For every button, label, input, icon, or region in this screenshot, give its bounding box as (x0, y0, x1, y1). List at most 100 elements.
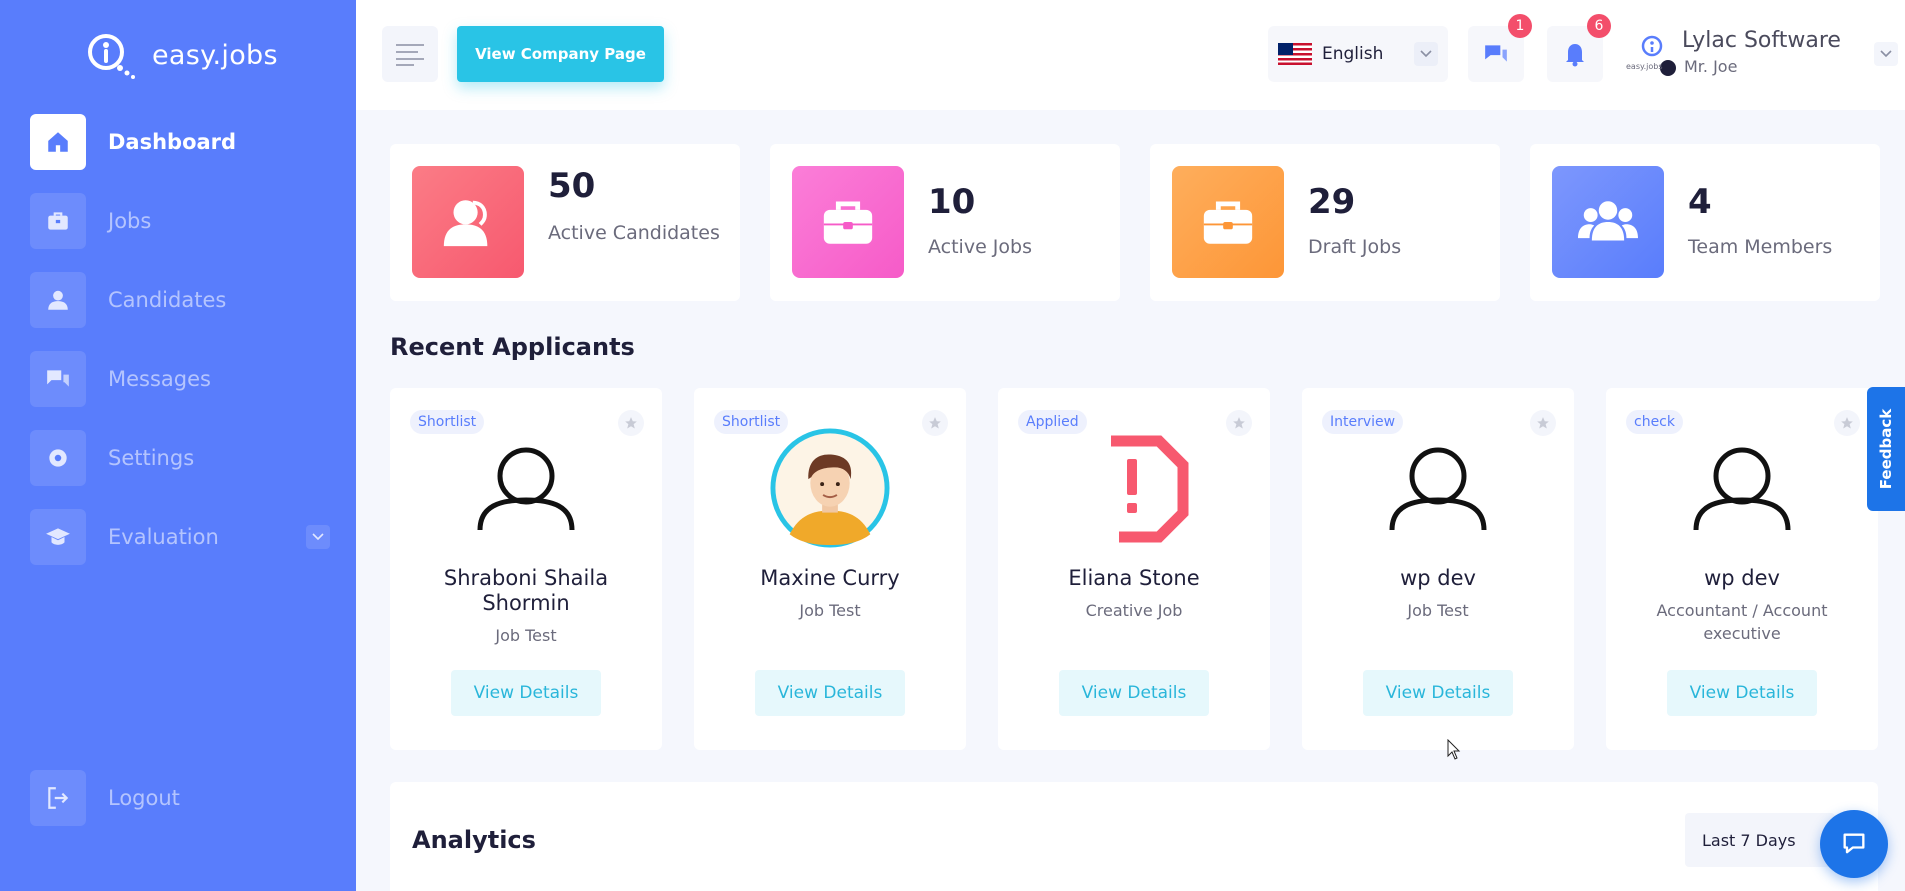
analytics-title: Analytics (412, 826, 536, 854)
avatar-caption: easy.jobs (1626, 62, 1663, 71)
logout-button[interactable]: Logout (30, 770, 180, 826)
candidate-job: Job Test (495, 626, 557, 645)
star-icon[interactable] (618, 410, 644, 436)
candidate-job: Creative Job (1085, 601, 1183, 620)
live-chat-button[interactable] (1820, 810, 1888, 878)
avatar (1682, 428, 1802, 548)
home-icon (30, 114, 86, 170)
chevron-down-icon[interactable] (306, 525, 330, 549)
stat-label: Active Candidates (548, 222, 720, 244)
stat-value: 10 (928, 182, 976, 222)
briefcase-icon (1172, 166, 1284, 278)
status-badge: check (1626, 410, 1683, 434)
sidebar-item-label: Messages (108, 367, 211, 391)
sidebar-nav: Dashboard Jobs Candidates Messages Setti… (30, 114, 330, 588)
stat-label: Draft Jobs (1308, 236, 1402, 258)
sidebar-item-messages[interactable]: Messages (30, 351, 330, 407)
stat-card-active-candidates[interactable]: 50 Active Candidates (390, 144, 740, 301)
star-icon[interactable] (1226, 410, 1252, 436)
bell-icon (1566, 44, 1584, 67)
user-outline-icon (477, 447, 575, 531)
company-name: Lylac Software (1682, 28, 1841, 53)
view-details-button[interactable]: View Details (1667, 670, 1817, 716)
sidebar-item-jobs[interactable]: Jobs (30, 193, 330, 249)
stat-card-team-members[interactable]: 4 Team Members (1530, 144, 1880, 301)
brand-logo[interactable]: easy.jobs (84, 30, 278, 80)
candidate-job: Job Test (1407, 601, 1469, 620)
view-company-page-button[interactable]: View Company Page (457, 26, 664, 82)
avatar (1074, 428, 1194, 548)
messages-badge: 1 (1508, 14, 1532, 38)
view-details-button[interactable]: View Details (755, 670, 905, 716)
sidebar-item-label: Candidates (108, 288, 227, 312)
stat-value: 50 (548, 166, 596, 206)
team-icon (1552, 166, 1664, 278)
chevron-down-icon (1874, 42, 1898, 66)
date-range-label: Last 7 Days (1702, 830, 1796, 850)
candidates-icon (412, 166, 524, 278)
stat-value: 29 (1308, 182, 1356, 222)
candidate-name: Maxine Curry (760, 566, 900, 590)
user-icon (30, 272, 86, 328)
view-details-button[interactable]: View Details (1363, 670, 1513, 716)
man-avatar-icon (770, 428, 890, 548)
messages-button[interactable]: 1 (1468, 14, 1532, 82)
sidebar-item-settings[interactable]: Settings (30, 430, 330, 486)
view-details-button[interactable]: View Details (451, 670, 601, 716)
date-range-select[interactable]: Last 7 Days (1685, 813, 1835, 867)
graduation-cap-icon (30, 509, 86, 565)
briefcase-icon (30, 193, 86, 249)
candidate-job: Accountant / Account executive (1656, 601, 1828, 643)
feedback-tab[interactable]: Feedback (1867, 387, 1905, 511)
star-icon[interactable] (1834, 410, 1860, 436)
avatar (466, 428, 586, 548)
notifications-button[interactable]: 6 (1547, 14, 1611, 82)
user-name: Mr. Joe (1684, 57, 1738, 76)
chat-bubble-icon (1843, 833, 1865, 854)
chat-icon (1485, 45, 1507, 62)
stat-card-active-jobs[interactable]: 10 Active Jobs (770, 144, 1120, 301)
feedback-label: Feedback (1877, 408, 1896, 490)
notifications-badge: 6 (1587, 14, 1611, 38)
sidebar-item-label: Settings (108, 446, 195, 470)
mouse-cursor-icon (1447, 739, 1461, 760)
recent-applicants-title: Recent Applicants (390, 333, 635, 361)
candidate-name: wp dev (1704, 566, 1780, 590)
profile-menu[interactable]: easy.jobs Lylac Software Mr. Joe (1626, 26, 1898, 82)
sidebar-item-dashboard[interactable]: Dashboard (30, 114, 330, 170)
applicant-card[interactable]: check wp dev Accountant / Account execut… (1606, 388, 1878, 750)
stat-value: 4 (1688, 182, 1712, 222)
sidebar-item-candidates[interactable]: Candidates (30, 272, 330, 328)
star-icon[interactable] (922, 410, 948, 436)
sidebar-item-evaluation[interactable]: Evaluation (30, 509, 330, 565)
user-outline-icon (1693, 447, 1791, 531)
chat-icon (30, 351, 86, 407)
applicant-card[interactable]: Interview wp dev Job Test View Details (1302, 388, 1574, 750)
sidebar: easy.jobs Dashboard Jobs Candidates Mess… (0, 0, 356, 891)
star-icon[interactable] (1530, 410, 1556, 436)
candidate-job: Job Test (799, 601, 861, 620)
applicant-card[interactable]: Shortlist Maxine Curry Job Test View Det… (694, 388, 966, 750)
broken-image-icon (1111, 435, 1189, 543)
applicant-card[interactable]: Applied Eliana Stone Creative Job View D… (998, 388, 1270, 750)
gear-icon (30, 430, 86, 486)
hamburger-icon (396, 44, 424, 66)
avatar (1378, 428, 1498, 548)
analytics-panel (390, 782, 1878, 891)
language-label: English (1322, 44, 1384, 64)
avatar (770, 428, 890, 548)
chevron-down-icon (1414, 42, 1438, 66)
user-outline-icon (1389, 447, 1487, 531)
logout-icon (30, 770, 86, 826)
candidate-name: Eliana Stone (1068, 566, 1200, 590)
sidebar-item-label: Jobs (108, 209, 152, 233)
language-select[interactable]: English (1268, 26, 1448, 82)
sidebar-item-label: Dashboard (108, 130, 237, 154)
view-details-button[interactable]: View Details (1059, 670, 1209, 716)
stat-label: Active Jobs (928, 236, 1032, 258)
stat-card-draft-jobs[interactable]: 29 Draft Jobs (1150, 144, 1500, 301)
briefcase-icon (792, 166, 904, 278)
us-flag-icon (1278, 43, 1312, 65)
menu-toggle-button[interactable] (382, 26, 438, 82)
applicant-card[interactable]: Shortlist Shraboni Shaila Shormin Job Te… (390, 388, 662, 750)
